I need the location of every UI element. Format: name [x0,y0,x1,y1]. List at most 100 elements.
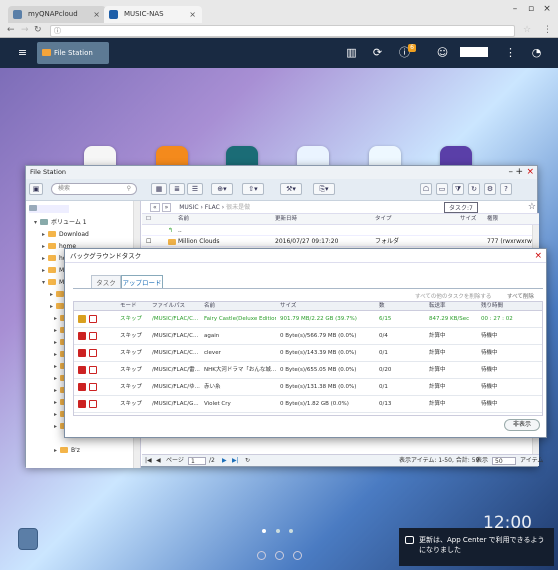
browser-tab-music-nas[interactable]: MUSIC-NAS × [104,6,202,23]
browser-menu-icon[interactable]: ⋮ [543,25,552,35]
select-all-checkbox[interactable]: ☐ [146,214,151,225]
browser-tab-myqnapcloud[interactable]: myQNAPcloud × [8,6,106,23]
task-row[interactable]: スキップ/MUSIC/FLAC/G... Violet Cry 0 Byte(s)/… [74,396,542,413]
first-page-button[interactable]: |◀ [145,455,152,467]
edit-icon[interactable] [275,551,284,560]
cancel-icon[interactable] [89,383,97,391]
address-bar[interactable]: ⓘ [50,25,515,37]
pause-icon[interactable] [78,315,86,323]
cancel-icon[interactable] [89,400,97,408]
recycle-bin-icon[interactable] [18,528,38,550]
stop-all-link[interactable]: すべての他のタスクを削除する [415,292,491,300]
forward-button[interactable]: » [161,203,172,212]
bookmark-star-icon[interactable]: ☆ [523,25,531,35]
maximize-button[interactable]: ▫ [524,2,538,16]
tab-upload[interactable]: アップロード [121,275,163,289]
task-row[interactable]: スキップ/MUSIC/FLAC/C... Fairy Castle(Deluxe … [74,311,542,328]
help-icon[interactable]: ? [500,183,512,195]
refresh-icon[interactable]: ↻ [245,455,250,467]
tab-tasks[interactable]: タスク [91,275,121,289]
breadcrumb: « » MUSIC › FLAC › 很未是做 タスク:7 ☆ [142,201,539,214]
minimize-button[interactable]: – [508,2,522,16]
page-dot-active[interactable] [262,529,266,533]
upload-button[interactable]: ⇧▾ [242,183,264,195]
column-header[interactable]: タイプ [375,214,392,225]
list-view-button[interactable]: ≣ [169,183,185,195]
forward-icon[interactable]: → [21,25,29,35]
back-icon[interactable]: ← [7,25,15,35]
task-row[interactable]: スキップ/MUSIC/FLAC/C... again 0 Byte(s)/566.7… [74,328,542,345]
prev-page-button[interactable]: ◀ [156,455,161,467]
user-icon[interactable]: ☺ [436,46,449,59]
stop-icon[interactable] [78,400,86,408]
task-rate: 計算中 [429,367,446,373]
fullscreen-icon[interactable] [293,551,302,560]
column-header[interactable]: 更新日時 [275,214,297,225]
storage-icon[interactable]: ▥ [345,46,358,59]
search-input[interactable]: 検索 ⚲ [51,183,137,195]
stop-icon[interactable] [78,349,86,357]
cloud-icon[interactable] [257,551,266,560]
notification-toast[interactable]: 更新は、App Center で利用できるようになりました [399,528,554,566]
close-icon[interactable]: × [189,6,196,23]
task-row[interactable]: スキップ/MUSIC/FLAC/雷... NHK大河ドラマ「おんな城... 0 By… [74,362,542,379]
hamburger-menu-icon[interactable]: ≡ [16,46,29,59]
column-header[interactable]: 名前 [178,214,189,225]
stop-icon[interactable] [78,366,86,374]
tools-button[interactable]: ⚒▾ [280,183,302,195]
page-dot[interactable] [276,529,280,533]
cancel-icon[interactable] [89,332,97,340]
cancel-icon[interactable] [89,315,97,323]
reload-icon[interactable]: ↻ [34,25,42,35]
delete-all-link[interactable]: すべて削除 [507,292,534,300]
cancel-icon[interactable] [89,366,97,374]
refresh-icon[interactable]: ↻ [468,183,480,195]
close-button[interactable]: × [526,166,534,179]
create-button[interactable]: ⊕▾ [211,183,233,195]
dashboard-icon[interactable]: ◔ [530,46,543,59]
row-checkbox[interactable]: ☐ [146,236,151,247]
nas-node[interactable] [29,205,69,213]
task-row[interactable]: スキップ/MUSIC/FLAC/ゆ... 赤い糸 0 Byte(s)/131.38 … [74,379,542,396]
table-row[interactable]: ☐ Million Clouds 2016/07/27 09:17:20 フォル… [142,236,539,247]
bg-task-icon[interactable]: ☖ [420,183,432,195]
cancel-icon[interactable] [89,349,97,357]
close-icon[interactable]: × [93,6,100,23]
thumbnail-view-button[interactable]: ▦ [151,183,167,195]
tree-node[interactable]: ▾ ボリューム 1 [34,219,87,227]
task-indicator[interactable]: タスク:7 [444,202,478,213]
page-dot[interactable] [289,529,293,533]
hide-button[interactable]: 非表示 [504,419,540,431]
back-button[interactable]: « [150,203,160,212]
settings-icon[interactable]: ⚙ [484,183,496,195]
task-row[interactable]: スキップ/MUSIC/FLAC/C... clever 0 Byte(s)/143.… [74,345,542,362]
table-row[interactable]: ↰ .. [142,225,539,236]
per-page-select[interactable]: 50 [492,457,516,465]
stop-icon[interactable] [78,383,86,391]
file-station-taskbar-button[interactable]: File Station [37,42,109,64]
window-close-button[interactable]: × [539,2,555,16]
media-icon[interactable]: ▭ [436,183,448,195]
page-input[interactable]: 1 [188,457,206,465]
breadcrumb-item[interactable]: 很未是做 [226,204,250,211]
sync-icon[interactable]: ⟳ [371,46,384,59]
tree-node[interactable]: ▸ Download [42,231,89,239]
column-header[interactable]: サイズ [460,214,476,225]
favorite-star-icon[interactable]: ☆ [528,201,536,214]
maximize-button[interactable]: + [515,166,523,179]
close-icon[interactable]: × [534,249,542,263]
share-button[interactable]: ⎘▾ [313,183,335,195]
username-box[interactable] [460,47,488,57]
more-options-icon[interactable]: ⋮ [504,46,517,59]
last-page-button[interactable]: ▶| [232,455,239,467]
stop-icon[interactable] [78,332,86,340]
toggle-sidebar-button[interactable]: ▣ [29,183,43,195]
breadcrumb-item[interactable]: FLAC [205,204,220,211]
column-header[interactable]: 権限 [487,214,498,225]
next-page-button[interactable]: ▶ [222,455,227,467]
breadcrumb-item[interactable]: MUSIC [179,204,198,211]
filter-icon[interactable]: ⧩ [452,183,464,195]
detail-view-button[interactable]: ☰ [187,183,203,195]
minimize-button[interactable]: – [509,166,514,179]
tree-node[interactable]: ▸ B'z [54,447,80,455]
